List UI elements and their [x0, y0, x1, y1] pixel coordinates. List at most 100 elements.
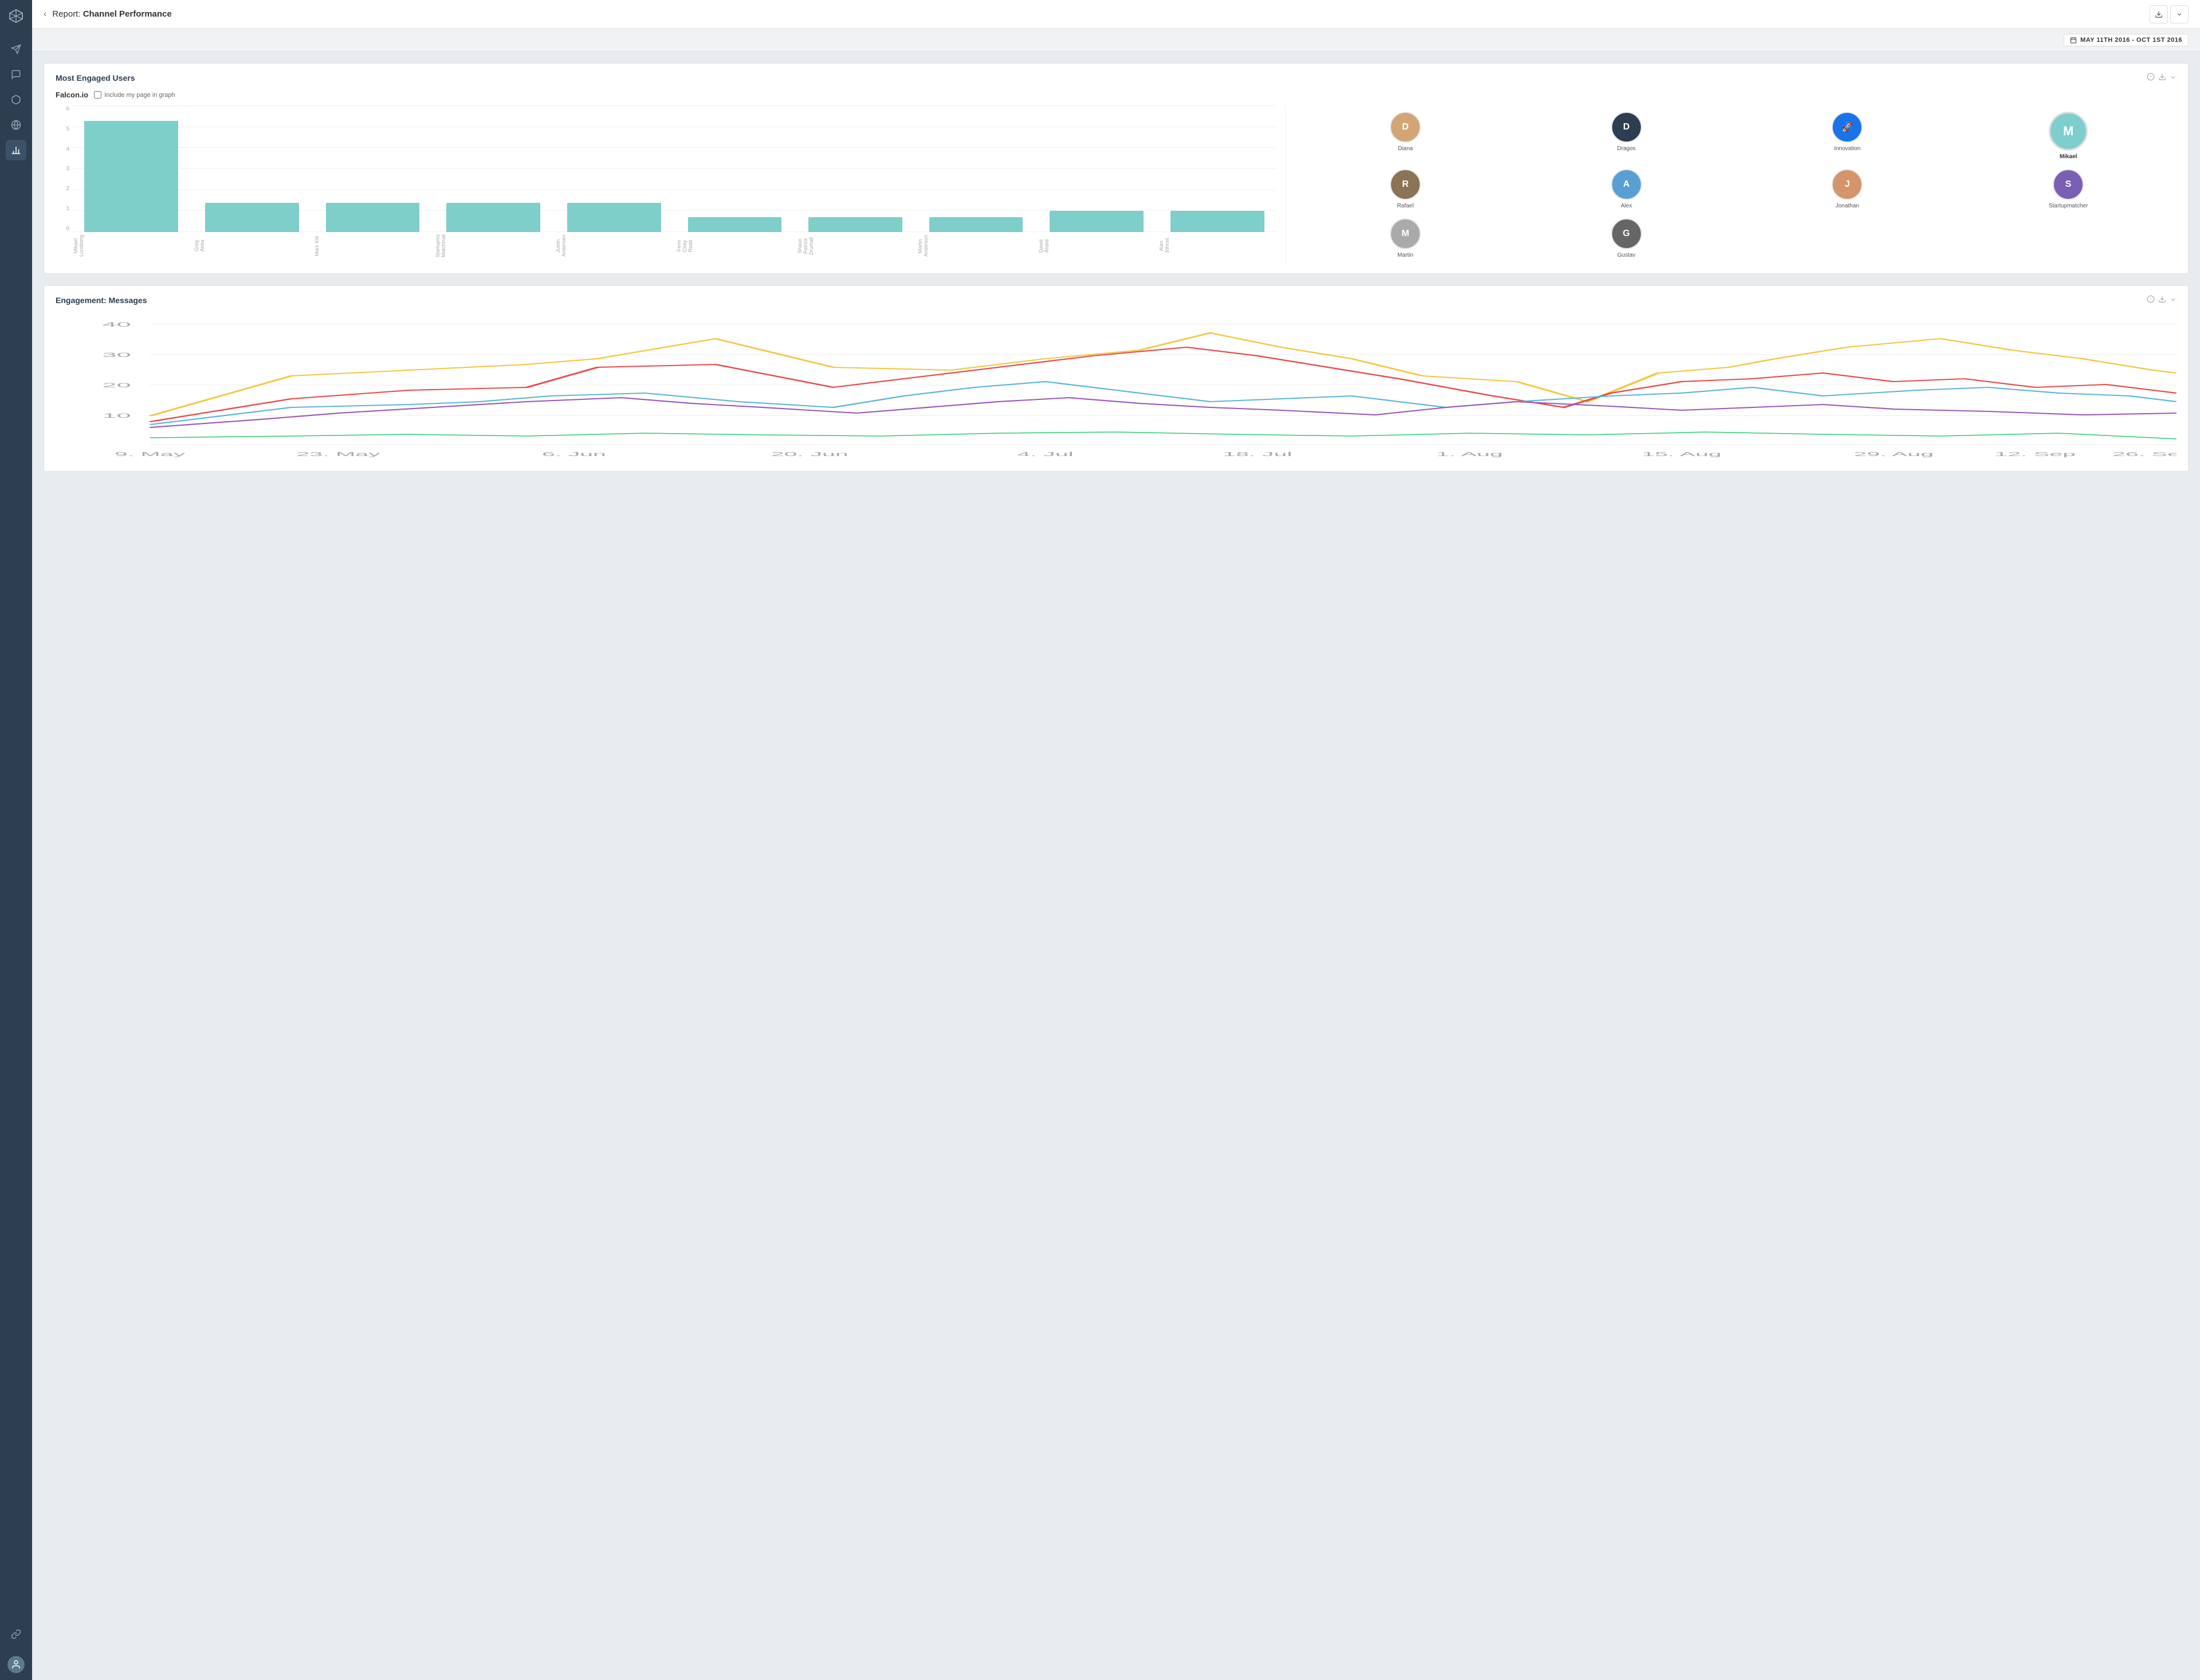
bar-item [917, 106, 1035, 232]
bar-chart: 6 5 4 3 2 1 0 [56, 106, 1276, 255]
y-label-3: 3 [56, 166, 69, 172]
chevron-down-button[interactable] [2170, 5, 2189, 23]
bar [1170, 211, 1264, 232]
card-header-engaged: Most Engaged Users [56, 73, 2177, 83]
falcon-label: Falcon.io [56, 91, 88, 99]
bar-item [1038, 106, 1156, 232]
bar-item [555, 106, 673, 232]
svg-text:9. May: 9. May [115, 451, 185, 457]
topbar: ‹ Report: Channel Performance [32, 0, 2200, 29]
bar-x-label: Marc Klé [314, 234, 431, 257]
back-button[interactable]: ‹ [44, 9, 46, 19]
include-page-checkbox[interactable] [94, 91, 101, 99]
bar-item [797, 106, 914, 232]
svg-text:12. Sep: 12. Sep [1994, 451, 2076, 457]
date-range-selector[interactable]: MAY 11TH 2016 - OCT 1ST 2016 [2064, 34, 2189, 46]
avatar-item[interactable]: RRafael [1297, 169, 1514, 209]
page-title: Report: Channel Performance [52, 9, 171, 19]
avatar-name: Innovation [1834, 146, 1860, 152]
user-avatar[interactable] [7, 1656, 25, 1673]
sidebar-item-send[interactable] [6, 39, 26, 60]
bar-x-label: David André [1038, 234, 1156, 257]
bar [1050, 211, 1144, 232]
y-label-2: 2 [56, 186, 69, 192]
avatar-name: Martin [1397, 252, 1413, 258]
svg-text:18. Jul: 18. Jul [1223, 451, 1292, 457]
download-icon[interactable] [2158, 73, 2166, 83]
svg-text:10: 10 [102, 412, 131, 419]
bar-x-label: Femi Cirey Rodé [676, 234, 793, 257]
bar-x-label: Greg Akba [194, 234, 311, 257]
datebar: MAY 11TH 2016 - OCT 1ST 2016 [32, 29, 2200, 52]
bar-item [314, 106, 431, 232]
engagement-messages-card: Engagement: Messages [44, 285, 2189, 472]
logo[interactable] [7, 7, 25, 25]
y-label-5: 5 [56, 126, 69, 132]
bar [446, 203, 540, 232]
bar-x-label: Justin Andersen [555, 234, 673, 257]
date-range-text: MAY 11TH 2016 - OCT 1ST 2016 [2080, 37, 2182, 44]
topbar-actions [2150, 5, 2189, 23]
bar [205, 203, 299, 232]
chevron-down-icon[interactable] [2170, 73, 2177, 83]
bar [567, 203, 661, 232]
info-icon[interactable] [2147, 73, 2155, 83]
download-button[interactable] [2150, 5, 2168, 23]
avatar-item[interactable]: 🚀Innovation [1739, 112, 1956, 160]
x-labels-row: Mikael LundbergGreg AkbaMarc KléStartupm… [73, 232, 1276, 257]
svg-text:26. Sep: 26. Sep [2112, 451, 2177, 457]
chart-section: 6 5 4 3 2 1 0 [56, 106, 2177, 264]
bar-item [194, 106, 311, 232]
bar-x-label: Alan Jöhnst [1158, 234, 1276, 257]
bar-item [1158, 106, 1276, 232]
info-icon-2[interactable] [2147, 295, 2155, 305]
avatar-item[interactable]: JJonathan [1739, 169, 1956, 209]
falcon-row: Falcon.io Include my page in graph [56, 91, 2177, 99]
bar-x-label: Shaun Patrick Drumall [797, 234, 914, 257]
bar-x-label: Mikael Lundberg [73, 234, 190, 257]
sidebar-item-link[interactable] [6, 1624, 26, 1644]
y-label-1: 1 [56, 206, 69, 212]
chevron-down-icon-2[interactable] [2170, 296, 2177, 305]
avatar-item[interactable]: DDiana [1297, 112, 1514, 160]
svg-text:40: 40 [102, 321, 131, 328]
avatar-name: Dragos [1617, 146, 1636, 152]
line-chart-container: 40 30 20 10 9. May 23. [56, 313, 2177, 462]
card-actions-engaged [2147, 73, 2177, 83]
card-actions-engagement [2147, 295, 2177, 305]
sidebar-item-chart[interactable] [6, 140, 26, 160]
include-page-checkbox-label[interactable]: Include my page in graph [94, 91, 175, 99]
card-header-engagement: Engagement: Messages [56, 295, 2177, 305]
avatar-name: Alex [1621, 203, 1632, 209]
sidebar-item-globe[interactable] [6, 115, 26, 135]
bar [808, 217, 902, 232]
avatar-item[interactable]: MMikael [1960, 112, 2177, 160]
avatar-name: Jonathan [1836, 203, 1859, 209]
bar-x-label: Startupmatcher Matchmaker [435, 234, 552, 257]
sidebar-item-cube[interactable] [6, 89, 26, 110]
bar [326, 203, 420, 232]
svg-text:15. Aug: 15. Aug [1641, 451, 1721, 457]
avatar-name: Startupmatcher [2049, 203, 2088, 209]
y-label-6: 6 [56, 106, 69, 112]
avatar-item[interactable]: MMartin [1297, 218, 1514, 258]
y-label-0: 0 [56, 226, 69, 232]
sidebar-item-chat[interactable] [6, 64, 26, 85]
bar-x-label: Martin Anderson [917, 234, 1035, 257]
bars-container [73, 106, 1276, 232]
most-engaged-card: Most Engaged Users [44, 63, 2189, 274]
bar [929, 217, 1023, 232]
line-chart-svg: 40 30 20 10 9. May 23. [56, 313, 2177, 462]
bar-chart-area: 6 5 4 3 2 1 0 [56, 106, 1286, 264]
avatar-item[interactable]: GGustav [1518, 218, 1735, 258]
user-avatars-area: DDianaDDragos🚀InnovationMMikael RRafaelAA… [1286, 106, 2177, 264]
content-area: Most Engaged Users [32, 52, 2200, 1680]
download-icon-2[interactable] [2158, 295, 2166, 305]
avatar-item[interactable]: AAlex [1518, 169, 1735, 209]
bar [84, 121, 178, 232]
svg-text:20. Jun: 20. Jun [771, 451, 848, 457]
bar-item [435, 106, 552, 232]
avatar-item[interactable]: SStartupmatcher [1960, 169, 2177, 209]
engagement-title: Engagement: Messages [56, 296, 147, 305]
avatar-item[interactable]: DDragos [1518, 112, 1735, 160]
